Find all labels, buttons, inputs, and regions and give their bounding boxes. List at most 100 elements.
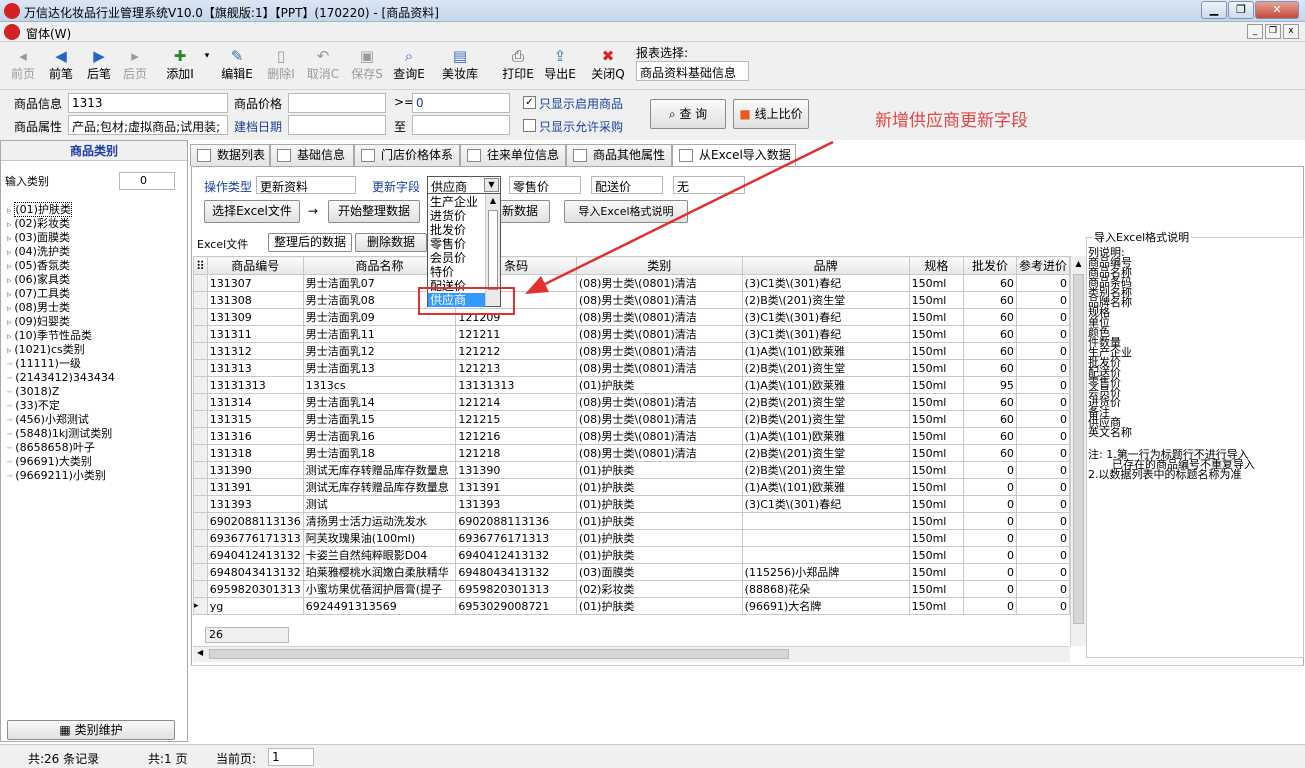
table-cell[interactable]: 阿芙玫瑰果油(100ml) (302, 529, 457, 547)
save-button[interactable]: ▣ 保存S (348, 46, 386, 86)
table-cell[interactable]: 男士洁面乳13 (302, 359, 457, 377)
table-cell[interactable]: 150ml (908, 376, 965, 394)
category-tree[interactable]: ▹ (01)护肤类 ▹ (02)彩妆类 ▹ (03)面膜类 ▹ (04)洗护类 ▹ (0… (7, 202, 115, 483)
table-cell[interactable]: 60 (963, 444, 1017, 462)
row-header[interactable] (193, 512, 208, 530)
table-row[interactable]: 131314 男士洁面乳14 121214 (08)男士类\(0801)清洁 (2)B类… (193, 393, 1070, 411)
row-header[interactable] (193, 308, 208, 326)
row-header[interactable]: ▸ (193, 597, 208, 615)
table-cell[interactable]: 121215 (455, 410, 577, 428)
grid-vertical-scrollbar[interactable]: ▲ (1070, 256, 1086, 646)
tree-item-label[interactable]: (5848)1kj测试类别 (15, 427, 112, 440)
table-cell[interactable]: 131391 (455, 478, 577, 496)
restore-button[interactable]: ❐ (1228, 1, 1254, 19)
table-cell[interactable]: 131311 (206, 325, 304, 343)
table-cell[interactable]: (3)C1类\(301)春纪 (741, 308, 910, 326)
dropdown-option[interactable]: 进货价 (428, 209, 486, 223)
row-header[interactable] (193, 529, 208, 547)
subtab-excel-file[interactable]: Excel文件 (197, 236, 248, 252)
mdi-close-button[interactable]: x (1283, 24, 1299, 39)
table-cell[interactable]: (01)护肤类 (575, 597, 743, 615)
table-cell[interactable]: 6948043413132 (206, 563, 304, 581)
table-cell[interactable]: 0 (1015, 461, 1070, 479)
table-cell[interactable]: 0 (963, 546, 1017, 564)
query-button[interactable]: ⌕ 查询E (390, 46, 428, 86)
scroll-left-icon[interactable]: ◀ (197, 648, 203, 657)
table-cell[interactable]: 男士洁面乳11 (302, 325, 457, 343)
cosmetics-library-button[interactable]: ▤ 美妆库 (440, 46, 480, 86)
cancel-button[interactable]: ↶ 取消C (304, 46, 342, 86)
table-cell[interactable]: 60 (963, 342, 1017, 360)
tree-item-label[interactable]: (09)妇婴类 (14, 315, 70, 328)
delete-button[interactable]: ▯ 删除I (262, 46, 300, 86)
row-header[interactable] (193, 325, 208, 343)
row-header[interactable] (193, 291, 208, 309)
show-purchase-checkbox[interactable] (523, 119, 536, 132)
scroll-thumb[interactable] (1073, 274, 1084, 624)
tab-data-list[interactable]: 数据列表 (190, 144, 270, 166)
table-cell[interactable]: 0 (1015, 580, 1070, 598)
row-header[interactable] (193, 563, 208, 581)
table-cell[interactable]: 150ml (908, 291, 965, 309)
prev-page-button[interactable]: ◂ 前页 (6, 46, 40, 86)
table-cell[interactable]: (01)护肤类 (575, 512, 743, 530)
column-header[interactable]: 批发价 (963, 256, 1017, 275)
table-cell[interactable]: 小蜜坊果优蓓润护唇膏(提子 (302, 580, 457, 598)
price-from-input[interactable] (288, 93, 386, 113)
table-cell[interactable]: (08)男士类\(0801)清洁 (575, 427, 743, 445)
tree-item-label[interactable]: (33)不定 (15, 399, 60, 412)
current-page-input[interactable]: 1 (268, 748, 314, 766)
row-header[interactable] (193, 427, 208, 445)
tree-item-label[interactable]: (2143412)343434 (15, 371, 115, 384)
print-button[interactable]: ⎙ 打印E (500, 46, 536, 86)
table-row[interactable]: 6940412413132 卡姿兰自然纯粹眼影D04 6940412413132 (0… (193, 546, 1070, 564)
tree-item[interactable]: ┄ (8658658)叶子 (7, 441, 115, 455)
grid-horizontal-scrollbar[interactable]: ◀ (193, 646, 1070, 662)
table-row[interactable]: 131393 测试 131393 (01)护肤类 (3)C1类\(301)春纪 150ml… (193, 495, 1070, 513)
tree-item[interactable]: ┄ (9669211)小类别 (7, 469, 115, 483)
table-row[interactable]: 131309 男士洁面乳09 121209 (08)男士类\(0801)清洁 (3)C1… (193, 308, 1070, 326)
table-cell[interactable]: 150ml (908, 478, 965, 496)
table-cell[interactable]: 121216 (455, 427, 577, 445)
table-cell[interactable]: (2)B类\(201)资生堂 (741, 461, 910, 479)
tree-item-label[interactable]: (3018)Z (15, 385, 59, 398)
table-cell[interactable]: 6953029008721 (455, 597, 577, 615)
table-row[interactable]: 131316 男士洁面乳16 121216 (08)男士类\(0801)清洁 (1)A类… (193, 427, 1070, 445)
table-cell[interactable]: (08)男士类\(0801)清洁 (575, 308, 743, 326)
tree-item[interactable]: ▹ (05)香氛类 (7, 259, 115, 273)
table-cell[interactable]: 0 (1015, 274, 1070, 292)
table-cell[interactable]: 60 (963, 359, 1017, 377)
table-cell[interactable]: (01)护肤类 (575, 478, 743, 496)
table-row[interactable]: 13131313 1313cs 13131313 (01)护肤类 (1)A类\(101)… (193, 376, 1070, 394)
tree-item[interactable]: ▹ (04)洗护类 (7, 245, 115, 259)
table-cell[interactable]: 0 (1015, 410, 1070, 428)
table-cell[interactable]: 131308 (206, 291, 304, 309)
show-enabled-checkbox[interactable]: ✓ (523, 96, 536, 109)
table-cell[interactable]: 131390 (206, 461, 304, 479)
table-cell[interactable]: 131316 (206, 427, 304, 445)
table-row[interactable]: 6948043413132 珀莱雅樱桃水润嫩白柔肤精华 6948043413132(… (193, 563, 1070, 581)
table-cell[interactable]: 150ml (908, 274, 965, 292)
table-cell[interactable]: 6936776171313 (455, 529, 577, 547)
table-cell[interactable]: 6940412413132 (206, 546, 304, 564)
subtab-processed-data[interactable]: 整理后的数据 (268, 233, 352, 252)
table-cell[interactable]: 6902088113136 (455, 512, 577, 530)
select-excel-button[interactable]: 选择Excel文件 (204, 200, 300, 223)
prev-record-button[interactable]: ◀ 前笔 (44, 46, 78, 86)
table-cell[interactable]: 121211 (455, 325, 577, 343)
delete-data-button[interactable]: 删除数据 (355, 233, 427, 252)
tree-item-label[interactable]: (02)彩妆类 (14, 217, 70, 230)
table-cell[interactable]: 150ml (908, 495, 965, 513)
table-cell[interactable]: 13131313 (455, 376, 577, 394)
tab-store-price[interactable]: 门店价格体系 (354, 144, 460, 166)
table-cell[interactable]: yg (206, 597, 304, 615)
tree-item-label[interactable]: (05)香氛类 (14, 259, 70, 272)
table-cell[interactable]: 121212 (455, 342, 577, 360)
table-cell[interactable]: 男士洁面乳14 (302, 393, 457, 411)
add-dropdown-button[interactable]: ▾ (202, 46, 212, 86)
table-cell[interactable]: (01)护肤类 (575, 495, 743, 513)
table-cell[interactable]: 0 (963, 478, 1017, 496)
table-cell[interactable]: 0 (1015, 512, 1070, 530)
table-cell[interactable]: 0 (963, 597, 1017, 615)
online-compare-button[interactable]: ■ 线上比价 (733, 99, 809, 129)
